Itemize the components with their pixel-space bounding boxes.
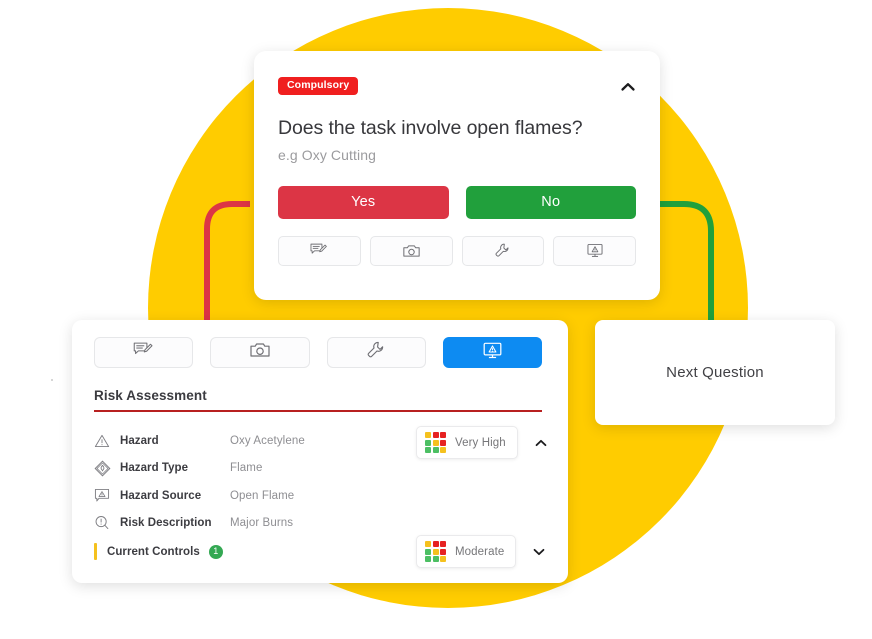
risk-row-label: Hazard: [120, 434, 159, 447]
risk-assessment-card: Risk Assessment Hazard Oxy Acetylene Haz…: [72, 320, 568, 583]
matrix-cell: [440, 447, 446, 453]
risk-row-label: Risk Description: [120, 517, 212, 530]
risk-row-value: Open Flame: [230, 489, 295, 502]
matrix-cell: [425, 556, 431, 562]
matrix-cell: [440, 556, 446, 562]
matrix-cell: [432, 541, 439, 547]
wrench-button[interactable]: [461, 235, 545, 266]
risk-row-risk-description: Risk Description Major Burns: [94, 510, 542, 538]
risk-rating-box[interactable]: Very High: [416, 426, 518, 459]
matrix-cell: [432, 432, 439, 438]
illustration-stage: Compulsory Does the task involve open fl…: [0, 0, 872, 639]
matrix-cell: [440, 541, 446, 547]
current-controls-rating-widget: Moderate: [416, 535, 548, 568]
tab-comment-edit[interactable]: [94, 337, 194, 368]
risk-row-value: Flame: [230, 462, 263, 475]
matrix-cell: [432, 447, 439, 453]
control-matrix-icon: [425, 541, 446, 562]
current-controls-row: Current Controls 1: [94, 543, 223, 560]
camera-icon: [402, 244, 420, 258]
matrix-cell: [440, 439, 446, 446]
hazard-comment-icon: [94, 488, 120, 504]
matrix-cell: [425, 548, 431, 555]
tab-risk-assessment[interactable]: [442, 337, 542, 368]
current-controls-count-badge: 1: [208, 544, 223, 559]
risk-section-title: Risk Assessment: [94, 388, 207, 403]
warning-triangle-icon: [94, 434, 120, 448]
risk-row-value: Oxy Acetylene: [230, 434, 305, 447]
matrix-cell: [432, 556, 439, 562]
chevron-up-icon[interactable]: [532, 434, 550, 452]
matrix-cell: [425, 439, 431, 446]
comment-edit-icon: [310, 243, 328, 258]
comment-edit-icon: [133, 342, 154, 364]
flame-diamond-icon: [94, 460, 120, 477]
matrix-cell: [425, 432, 431, 438]
risk-section-rule: [94, 410, 542, 412]
risk-rating-label: Very High: [455, 436, 506, 449]
answer-no-button[interactable]: No: [465, 185, 636, 219]
tab-wrench[interactable]: [326, 337, 426, 368]
matrix-cell: [432, 548, 439, 555]
answer-button-row: Yes No: [278, 185, 636, 219]
risk-tab-row: [94, 337, 542, 368]
question-tool-row: [278, 235, 636, 266]
risk-row-label: Hazard Type: [120, 462, 189, 475]
comment-edit-button[interactable]: [278, 235, 361, 266]
compulsory-badge: Compulsory: [278, 77, 359, 95]
monitor-hazard-button[interactable]: [553, 235, 636, 266]
answer-yes-button[interactable]: Yes: [278, 185, 449, 219]
current-controls-accent-bar: [94, 543, 97, 560]
tab-camera[interactable]: [210, 337, 310, 368]
camera-icon: [250, 342, 270, 363]
risk-row-hazard-source: Hazard Source Open Flame: [94, 482, 542, 510]
risk-row-label: Hazard Source: [120, 489, 202, 502]
risk-row-value: Major Burns: [230, 517, 294, 530]
chevron-up-icon[interactable]: [618, 77, 638, 97]
matrix-cell: [425, 541, 431, 547]
wrench-icon: [367, 341, 385, 364]
risk-matrix-icon: [425, 432, 446, 453]
current-controls-label: Current Controls: [107, 545, 200, 558]
camera-button[interactable]: [369, 235, 453, 266]
next-question-card[interactable]: Next Question: [595, 320, 835, 425]
wrench-icon: [495, 243, 510, 258]
question-subtitle: e.g Oxy Cutting: [278, 146, 376, 163]
matrix-cell: [440, 432, 446, 438]
matrix-cell: [440, 548, 446, 555]
matrix-cell: [425, 447, 431, 453]
current-controls-rating-box[interactable]: Moderate: [416, 535, 517, 568]
chevron-down-icon[interactable]: [530, 543, 548, 561]
exclamation-search-icon: [94, 515, 120, 531]
question-card: Compulsory Does the task involve open fl…: [254, 51, 660, 300]
current-controls-rating-label: Moderate: [455, 545, 505, 558]
matrix-cell: [432, 439, 439, 446]
monitor-hazard-icon: [483, 342, 502, 364]
question-title: Does the task involve open flames?: [278, 116, 583, 139]
monitor-hazard-icon: [587, 243, 603, 258]
decorative-dot: [51, 379, 53, 381]
risk-rating-widget: Very High: [416, 426, 550, 459]
next-question-label: Next Question: [666, 364, 764, 381]
